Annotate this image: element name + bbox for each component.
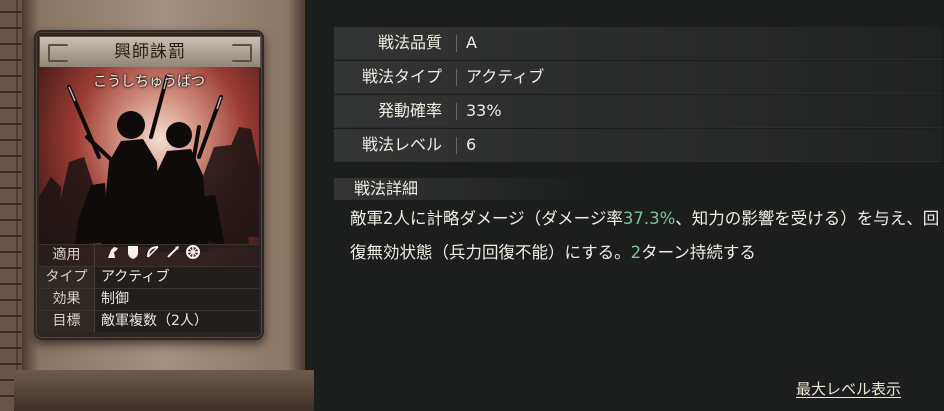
info-row-trigger-rate: 発動確率 33% [334,95,942,128]
soldiers-silhouette-image [39,75,259,262]
info-row-quality: 戦法品質 A [334,27,942,60]
spear-icon [165,244,181,267]
tactic-reading: こうしちゅうばつ [93,74,205,90]
info-value: 6 [466,135,477,154]
tactic-illustration: こうしちゅうばつ [39,67,259,272]
prop-row-type: タイプ アクティブ [39,266,259,288]
tactic-card: 興師誅罰 こうしちゅうばつ 適用 タイプ アクティブ 効果 制御 目標 敵軍複数… [34,30,264,340]
unit-type-icons [101,245,259,266]
desc-text: 敵軍2人に計略ダメージ（ダメージ率 [350,209,623,228]
damage-rate-value: 37.3% [622,209,676,228]
prop-value: アクティブ [95,267,259,288]
desc-text: ターン持続する [641,243,756,262]
divider [456,137,457,154]
divider [456,69,457,86]
info-row-level: 戦法レベル 6 [334,129,942,162]
tactic-name: 興師誅罰 [114,42,186,62]
wheel-icon [185,244,201,267]
tactic-properties: 適用 タイプ アクティブ 効果 制御 目標 敵軍複数（2人） [39,244,259,332]
info-value: アクティブ [466,67,545,86]
turn-count-value: 2 [630,243,642,262]
prop-row-effect: 効果 制御 [39,288,259,310]
plate-ornament-right-icon [232,44,252,62]
prop-value: 制御 [95,289,259,310]
tactic-info-panel: 戦法品質 A 戦法タイプ アクティブ 発動確率 33% 戦法レベル 6 戦法詳細… [322,0,944,411]
horse-icon [105,244,121,267]
info-value: 33% [466,101,502,120]
info-label: 戦法タイプ [361,67,442,86]
prop-value: 敵軍複数（2人） [95,311,259,332]
detail-heading: 戦法詳細 [334,178,594,200]
prop-key: 効果 [39,289,95,310]
bow-icon [145,244,161,267]
prop-row-applicable: 適用 [39,244,259,266]
info-row-type: 戦法タイプ アクティブ [334,61,942,94]
plate-ornament-left-icon [48,44,68,62]
prop-key: 目標 [39,311,95,332]
tactic-name-plate: 興師誅罰 [39,36,261,68]
prop-row-target: 目標 敵軍複数（2人） [39,310,259,332]
prop-value [95,245,259,266]
info-label: 戦法レベル [361,135,442,154]
divider [456,103,457,120]
info-label: 戦法品質 [377,33,442,52]
divider [456,35,457,52]
info-label: 発動確率 [377,101,442,120]
shield-icon [125,244,141,267]
scroll-base [14,370,314,411]
max-level-link[interactable]: 最大レベル表示 [796,378,901,399]
prop-key: タイプ [39,267,95,288]
tactic-description: 敵軍2人に計略ダメージ（ダメージ率37.3%、知力の影響を受ける）を与え、回復無… [350,202,942,270]
prop-key: 適用 [39,245,95,266]
info-value: A [466,33,477,52]
